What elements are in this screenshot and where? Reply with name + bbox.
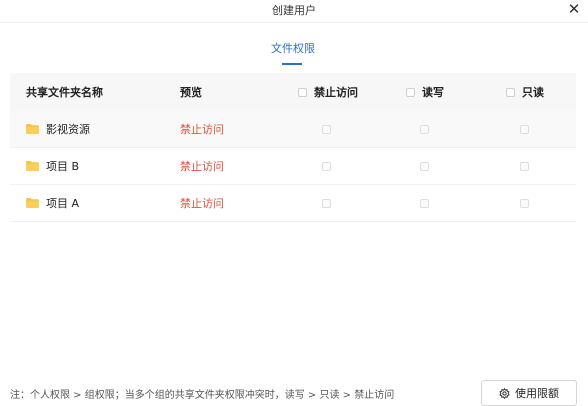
column-header-readwrite-label: 读写 xyxy=(422,86,444,99)
close-icon[interactable]: ✕ xyxy=(566,0,582,18)
readwrite-checkbox-cell xyxy=(420,185,436,221)
preview-status: 禁止访问 xyxy=(180,197,224,210)
active-tab-indicator xyxy=(282,63,302,65)
column-header-readonly-label: 只读 xyxy=(522,86,544,99)
table-row: 项目 B 禁止访问 xyxy=(10,148,576,185)
window-title: 创建用户 xyxy=(272,4,316,17)
block-checkbox[interactable] xyxy=(322,124,331,134)
column-header-readwrite: 读写 xyxy=(406,73,444,111)
readonly-checkbox[interactable] xyxy=(520,198,529,208)
permission-priority-note: 注：个人权限 > 组权限；当多个组的共享文件夹权限冲突时，读写 > 只读 > 禁… xyxy=(10,390,395,401)
folder-name: 项目 A xyxy=(46,197,80,210)
readwrite-checkbox[interactable] xyxy=(420,124,429,134)
column-header-block: 禁止访问 xyxy=(298,73,358,111)
folder-name: 项目 B xyxy=(46,160,80,173)
readonly-checkbox[interactable] xyxy=(520,161,529,171)
table-row: 项目 A 禁止访问 xyxy=(10,185,576,222)
column-header-name: 共享文件夹名称 xyxy=(26,86,103,99)
block-checkbox-cell xyxy=(322,185,338,221)
table-header: 共享文件夹名称 预览 禁止访问 读写 只读 xyxy=(10,73,576,111)
folder-icon xyxy=(26,198,39,208)
folder-name: 影视资源 xyxy=(46,123,90,136)
readwrite-checkbox-cell xyxy=(420,148,436,184)
folder-icon xyxy=(26,124,39,134)
folder-name-cell: 影视资源 xyxy=(26,111,90,147)
gear-icon xyxy=(499,387,510,399)
block-checkbox[interactable] xyxy=(322,198,331,208)
usage-quota-label: 使用限额 xyxy=(515,387,559,400)
folder-name-cell: 项目 B xyxy=(26,148,79,184)
folder-icon xyxy=(26,161,39,171)
block-checkbox[interactable] xyxy=(322,161,331,171)
permissions-table: 共享文件夹名称 预览 禁止访问 读写 只读 影视资源 禁止访问 项目 B 禁止访… xyxy=(10,73,576,222)
column-header-preview: 预览 xyxy=(180,86,202,99)
readwrite-checkbox-cell xyxy=(420,111,436,147)
readwrite-checkbox[interactable] xyxy=(420,161,429,171)
preview-status: 禁止访问 xyxy=(180,123,224,136)
select-all-block-checkbox[interactable] xyxy=(298,87,307,97)
table-row: 影视资源 禁止访问 xyxy=(10,111,576,148)
readonly-checkbox-cell xyxy=(520,111,536,147)
block-checkbox-cell xyxy=(322,148,338,184)
column-header-readonly: 只读 xyxy=(506,73,544,111)
tab-file-permissions[interactable]: 文件权限 xyxy=(250,40,336,56)
readonly-checkbox[interactable] xyxy=(520,124,529,134)
readonly-checkbox-cell xyxy=(520,148,536,184)
title-bar: 创建用户 ✕ xyxy=(0,0,588,23)
select-all-readwrite-checkbox[interactable] xyxy=(406,87,415,97)
preview-status: 禁止访问 xyxy=(180,160,224,173)
readonly-checkbox-cell xyxy=(520,185,536,221)
column-header-block-label: 禁止访问 xyxy=(314,86,358,99)
select-all-readonly-checkbox[interactable] xyxy=(506,87,515,97)
folder-name-cell: 项目 A xyxy=(26,185,79,221)
block-checkbox-cell xyxy=(322,111,338,147)
readwrite-checkbox[interactable] xyxy=(420,198,429,208)
usage-quota-button[interactable]: 使用限额 xyxy=(481,380,577,406)
